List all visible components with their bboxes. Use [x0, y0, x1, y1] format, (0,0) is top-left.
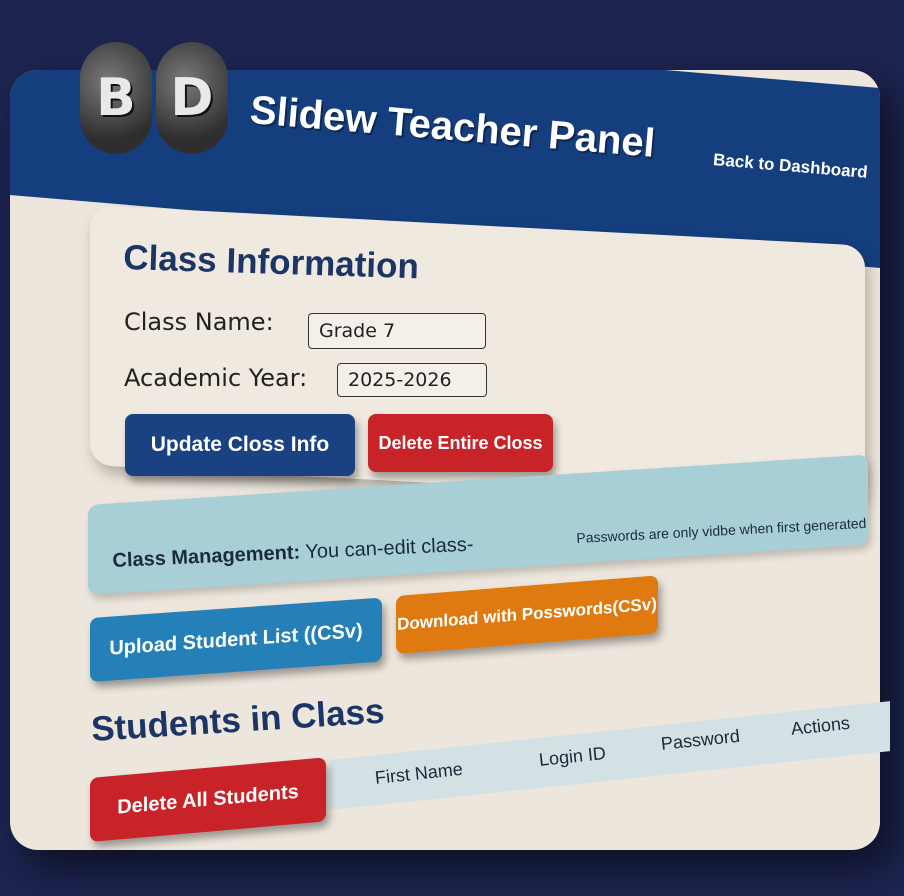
update-class-info-button[interactable]: Update Closs Info	[125, 414, 355, 476]
class-name-input[interactable]: Grade 7	[308, 313, 486, 349]
brain-logo: B D	[80, 42, 230, 154]
logo-letter-d: D	[156, 42, 228, 154]
class-name-label: Class Name:	[124, 308, 274, 336]
academic-year-label: Academic Year:	[124, 364, 308, 392]
delete-entire-class-button[interactable]: Delete Entire Closs	[368, 414, 553, 472]
logo-letter-b: B	[80, 42, 152, 154]
academic-year-input[interactable]: 2025-2026	[337, 363, 487, 397]
